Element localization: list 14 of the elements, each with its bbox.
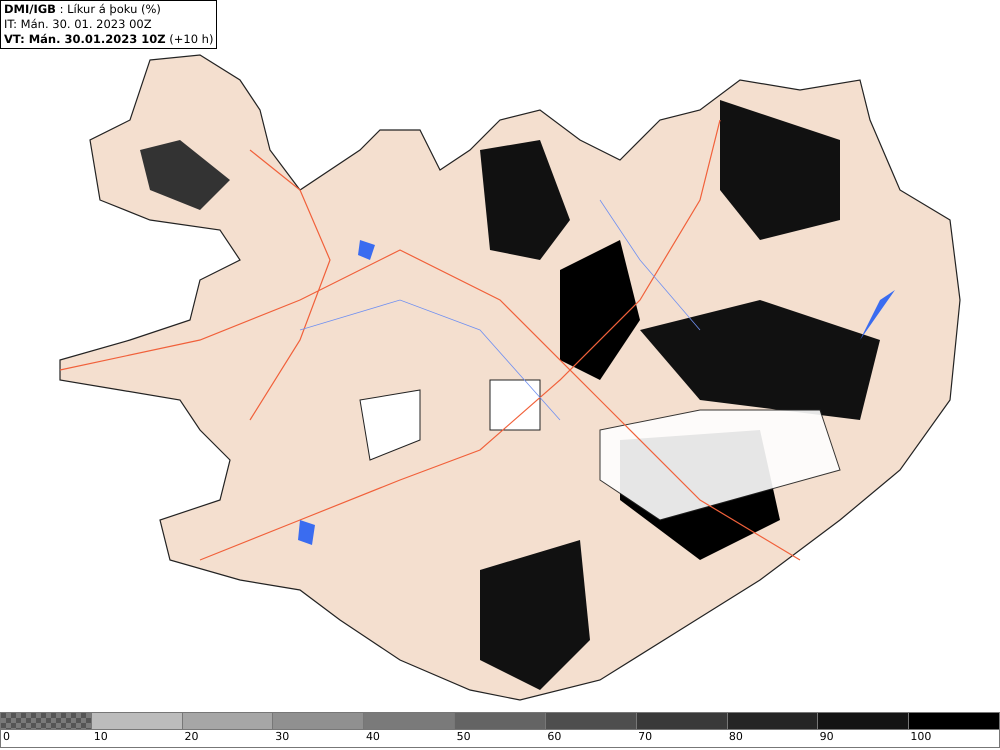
legend-tick-label: 10	[92, 730, 108, 744]
info-line: VT: Mán. 30.01.2023 10Z (+10 h)	[4, 32, 214, 47]
legend-tick-label: 20	[183, 730, 198, 744]
legend-tick-label: 70	[637, 730, 652, 744]
legend-tick-label: 80	[728, 730, 743, 744]
legend-tick-label: 40	[364, 730, 380, 744]
legend-tick-label: 90	[818, 730, 834, 744]
legend-tick-label: 100	[909, 730, 932, 744]
legend-tick-label: 50	[456, 730, 471, 744]
legend-tick-label: 0	[2, 730, 10, 744]
info-line: IT: Mán. 30. 01. 2023 00Z	[4, 17, 153, 32]
legend-tick-label: 30	[274, 730, 290, 744]
legend-tick-label: 60	[546, 730, 562, 744]
info-line: DMI/IGB : Líkur á þoku (%)	[4, 2, 162, 17]
